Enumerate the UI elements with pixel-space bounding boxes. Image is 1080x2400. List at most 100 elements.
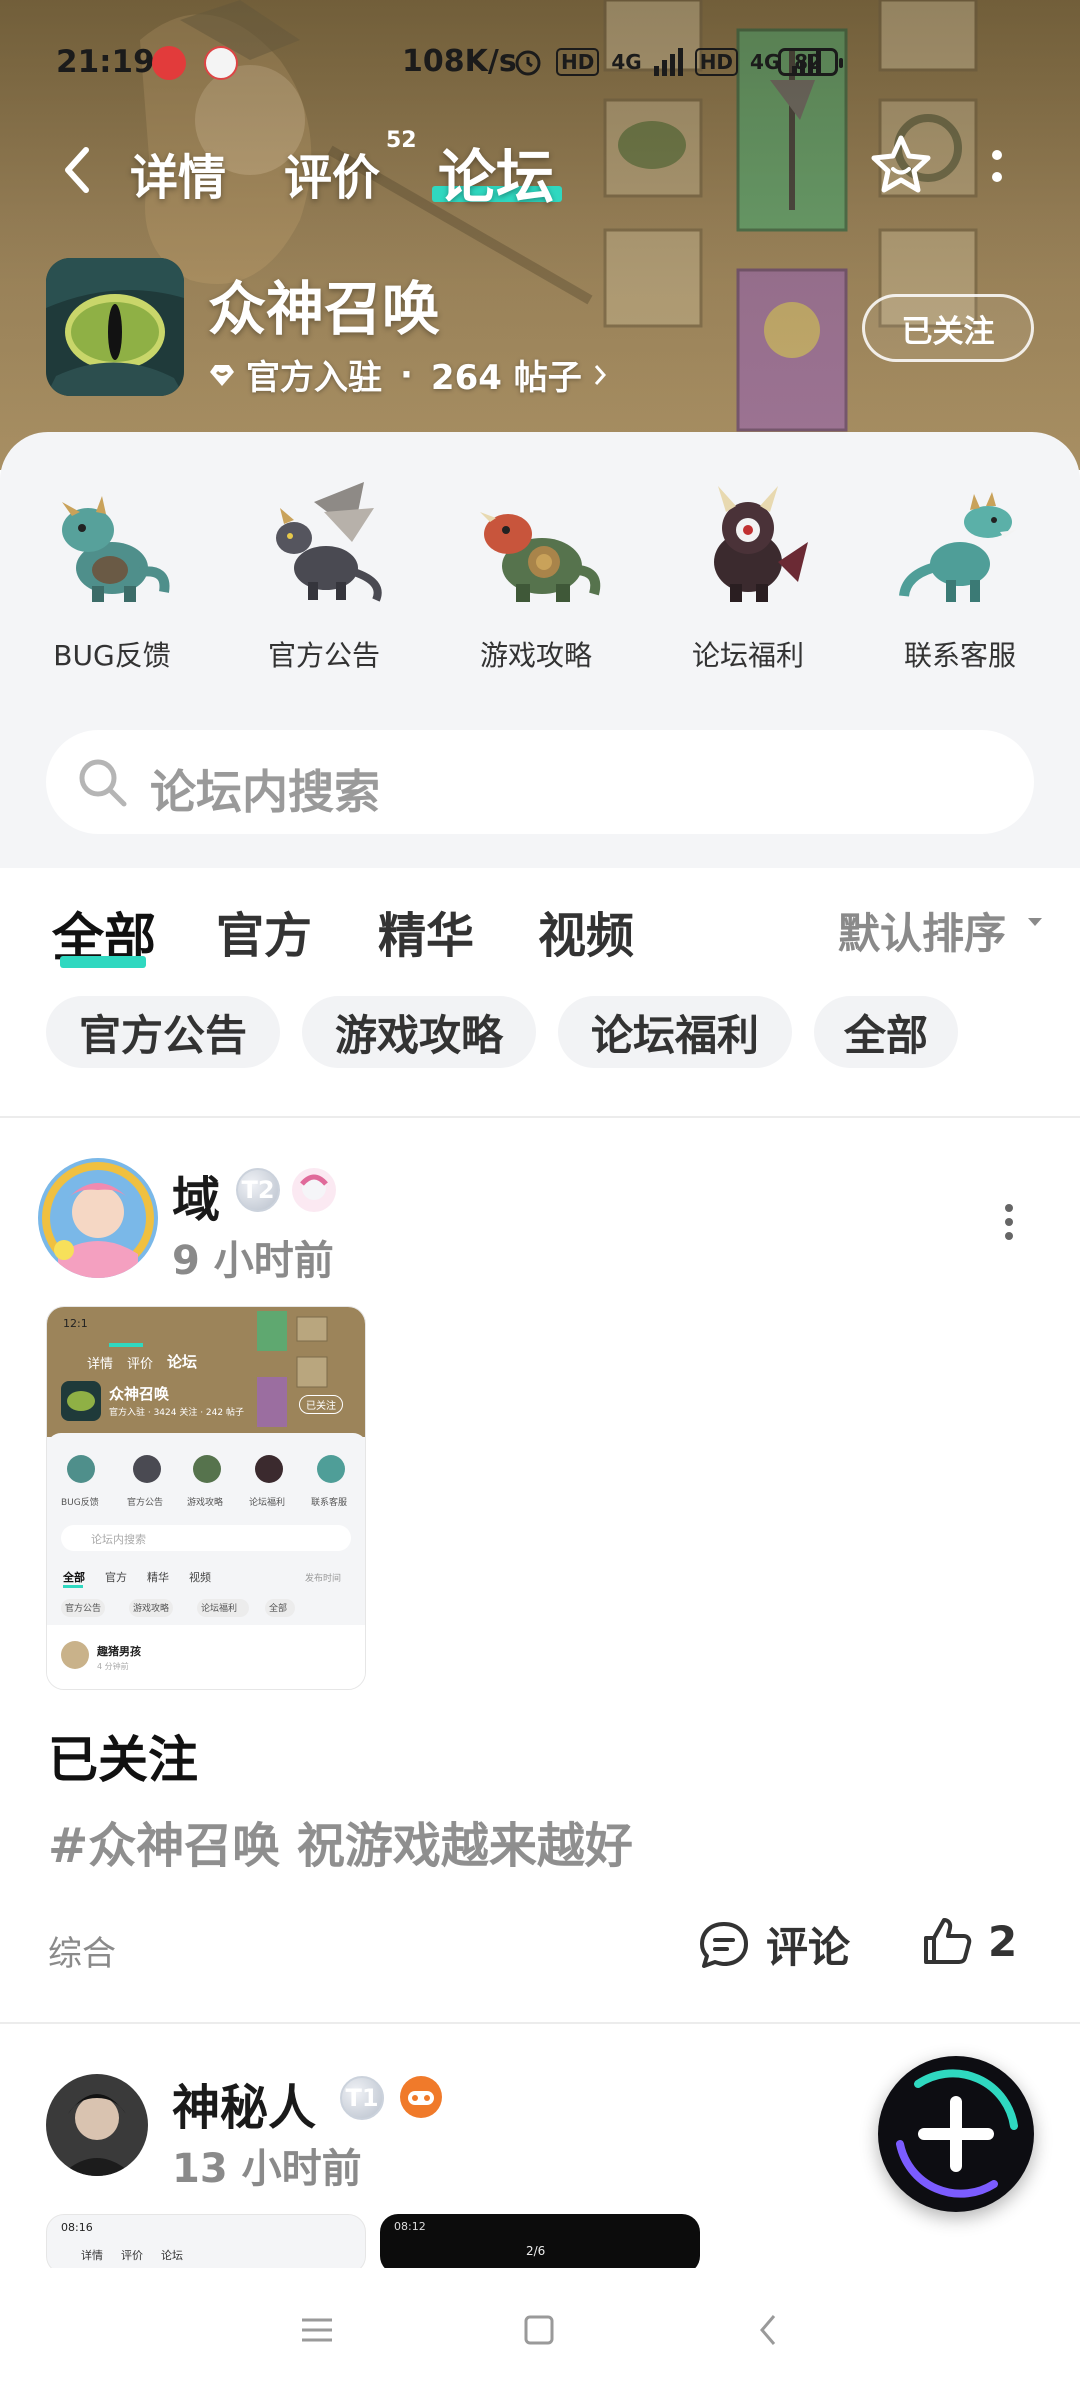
thumb-chip-1: 官方公告 xyxy=(65,1604,102,1614)
chip-all[interactable]: 全部 xyxy=(814,996,958,1068)
thumb-sort: 发布时间 xyxy=(305,1574,342,1584)
meta-separator: · xyxy=(400,354,413,395)
status-time: 21:19 xyxy=(56,44,155,80)
thumb2-tab-details: 详情 xyxy=(81,2249,103,2262)
shortcut-official-notice[interactable]: 官方公告 xyxy=(234,472,414,674)
character-badge-icon xyxy=(292,1168,336,1212)
network-speed: 108K/s xyxy=(402,44,517,79)
thumb2-time-b: 08:12 xyxy=(394,2220,426,2233)
post-divider xyxy=(0,2022,1080,2024)
feed-tab-official[interactable]: 官方 xyxy=(216,896,312,966)
back-nav-icon[interactable] xyxy=(752,2312,786,2348)
chip-game-guide[interactable]: 游戏攻略 xyxy=(302,996,536,1068)
teal-dragon-icon xyxy=(62,496,170,602)
thumb-meta: 官方入驻 · 3424 关注 · 242 帖子 xyxy=(109,1408,244,1418)
status-bar: 21:19 108K/s HD 4G HD 4G 82 xyxy=(0,0,1080,130)
thumb-feed-tab-4: 视频 xyxy=(189,1571,211,1584)
tab-details[interactable]: 详情 xyxy=(130,138,226,208)
shortcut-game-guide[interactable]: 游戏攻略 xyxy=(446,472,626,674)
thumb-shortcut-3: 游戏攻略 xyxy=(187,1498,224,1508)
thumb-feed-tab-2: 官方 xyxy=(105,1571,127,1584)
shortcut-label: 官方公告 xyxy=(267,639,380,672)
status-icons: HD 4G HD 4G xyxy=(512,46,822,78)
armored-beast-icon xyxy=(480,512,601,602)
chip-official-notice[interactable]: 官方公告 xyxy=(46,996,280,1068)
thumb-tab-details: 详情 xyxy=(87,1357,114,1372)
chevron-right-icon xyxy=(594,364,606,385)
menu-icon[interactable] xyxy=(300,2312,334,2348)
thumb-chip-2: 游戏攻略 xyxy=(133,1604,170,1614)
battery-icon: 82 xyxy=(778,48,843,76)
tab-reviews[interactable]: 评价 xyxy=(284,138,380,208)
post-body[interactable]: #众神召唤 祝游戏越来越好 xyxy=(48,1806,633,1876)
game-title: 众神召唤 xyxy=(208,275,441,343)
level-badge: T2 xyxy=(236,1168,280,1212)
create-post-button[interactable] xyxy=(878,2056,1034,2212)
thumb-user-time: 4 分钟前 xyxy=(97,1662,129,1671)
search-placeholder: 论坛内搜索 xyxy=(150,765,380,819)
caret-down-icon xyxy=(1028,918,1042,926)
thumb-feed-tab-3: 精华 xyxy=(147,1571,169,1584)
game-controller-badge-icon xyxy=(400,2076,442,2118)
shortcut-customer-service[interactable]: 联系客服 xyxy=(870,472,1050,674)
forum-search-input[interactable]: 论坛内搜索 xyxy=(46,730,1034,834)
thumb-tab-reviews: 评价 xyxy=(127,1357,154,1372)
post-more-icon[interactable] xyxy=(1004,1204,1014,1244)
favorite-star-icon[interactable] xyxy=(868,132,934,198)
post-author[interactable]: 域 xyxy=(172,1160,220,1230)
shortcut-label: 游戏攻略 xyxy=(479,639,592,672)
home-icon[interactable] xyxy=(522,2312,556,2348)
chip-forum-rewards[interactable]: 论坛福利 xyxy=(558,996,792,1068)
post-author[interactable]: 神秘人 xyxy=(172,2068,316,2138)
tab-forum[interactable]: 论坛 xyxy=(438,130,554,214)
post-image[interactable]: 12:1 详情 评价 论坛 众神召唤 官方入驻 · 3424 关注 · 242 … xyxy=(46,1306,366,1690)
section-divider xyxy=(0,1116,1080,1118)
official-label: 官方入驻 xyxy=(246,358,382,398)
plus-icon xyxy=(896,2069,1018,2198)
thumb-title: 众神召唤 xyxy=(109,1385,170,1403)
thumbs-up-icon xyxy=(924,1918,972,1964)
back-icon[interactable] xyxy=(52,140,102,200)
follow-button[interactable]: 已关注 xyxy=(862,294,1034,362)
thumb-chip-3: 论坛福利 xyxy=(201,1604,238,1614)
post-image[interactable]: 08:12 2/6 xyxy=(380,2214,700,2274)
game-meta[interactable]: 官方入驻 · 264 帖子 xyxy=(208,350,608,399)
thumb2-time-a: 08:16 xyxy=(61,2221,93,2234)
green-dinosaur-icon xyxy=(899,492,1016,602)
shortcut-bug-report[interactable]: BUG反馈 xyxy=(22,472,202,674)
more-options-icon[interactable] xyxy=(990,146,1004,190)
post-image[interactable]: 08:16 详情 评价 论坛 xyxy=(46,2214,366,2274)
review-count-badge: 52 xyxy=(386,128,417,153)
hd-indicator: HD xyxy=(556,48,600,76)
forum-panel: BUG反馈 官方公告 游戏攻略 论坛福利 联系客服 论坛内搜索 xyxy=(0,432,1080,868)
thumb-shortcut-2: 官方公告 xyxy=(127,1498,164,1508)
post-title[interactable]: 已关注 xyxy=(48,1720,198,1792)
feed-tab-indicator xyxy=(60,956,146,968)
avatar[interactable] xyxy=(38,1158,158,1278)
heart-diamond-icon xyxy=(210,364,234,386)
battery-level: 82 xyxy=(794,50,822,74)
level-badge: T1 xyxy=(340,2076,384,2120)
feed-tab-video[interactable]: 视频 xyxy=(538,896,634,966)
thumb-chip-4: 全部 xyxy=(269,1604,288,1614)
post-count: 264 帖子 xyxy=(430,358,582,398)
search-icon xyxy=(79,759,127,807)
comment-label: 评论 xyxy=(766,1923,851,1972)
thumb-search: 论坛内搜索 xyxy=(91,1533,146,1546)
feed-tabs-bar: 全部 官方 精华 视频 默认排序 官方公告 游戏攻略 论坛福利 全部 xyxy=(0,868,1080,1116)
shortcut-label: 论坛福利 xyxy=(691,639,804,672)
sort-dropdown[interactable]: 默认排序 xyxy=(838,900,1006,961)
thumb-feed-tab-1: 全部 xyxy=(63,1571,85,1584)
thumb-shortcut-4: 论坛福利 xyxy=(249,1498,286,1508)
shortcut-forum-rewards[interactable]: 论坛福利 xyxy=(658,472,838,674)
comment-button[interactable]: 评论 xyxy=(696,1914,850,1975)
notification-app-icon xyxy=(152,46,186,80)
avatar[interactable] xyxy=(46,2074,148,2176)
thumb2-tab-forum: 论坛 xyxy=(161,2249,183,2262)
post-category: 综合 xyxy=(48,1934,116,1974)
thumb-tab-forum: 论坛 xyxy=(167,1353,198,1371)
system-nav-bar xyxy=(0,2268,1080,2400)
feed-tab-featured[interactable]: 精华 xyxy=(378,896,474,966)
like-button[interactable]: 2 xyxy=(920,1914,1017,1968)
like-count: 2 xyxy=(988,1916,1018,1966)
